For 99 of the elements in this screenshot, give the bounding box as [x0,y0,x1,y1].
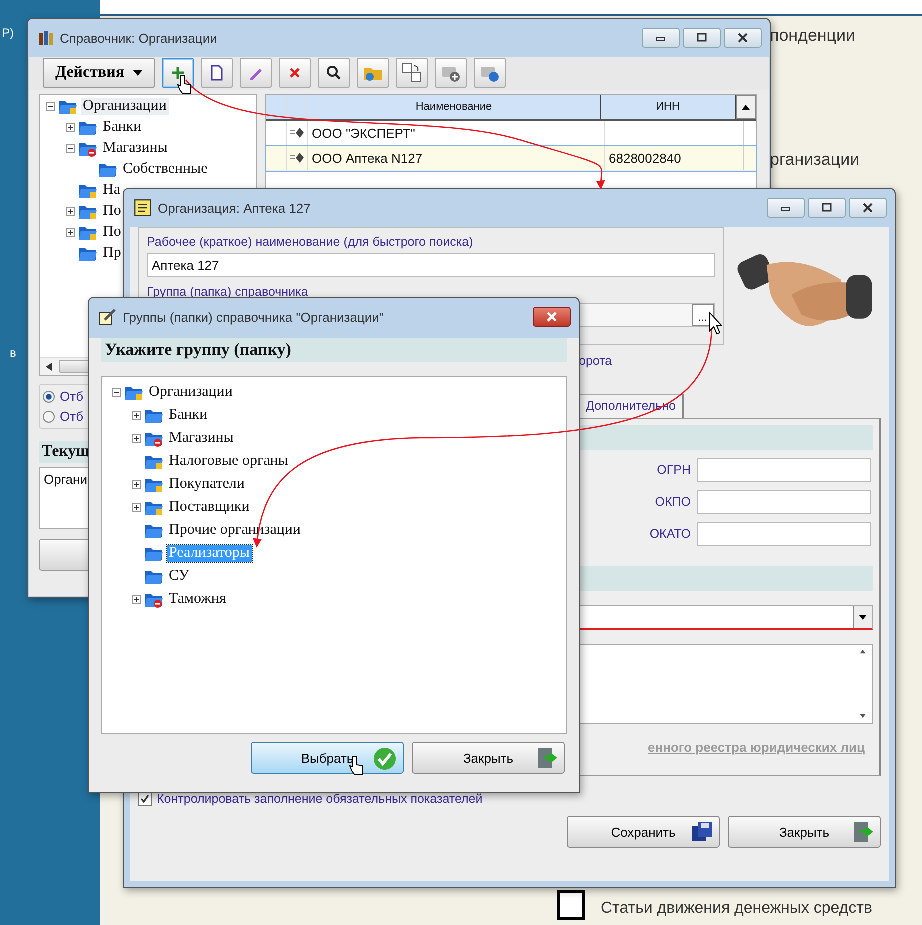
tree-item[interactable]: Организации [147,384,235,401]
expander-icon[interactable] [132,411,141,420]
radio-button[interactable] [43,410,55,422]
expander-icon[interactable] [66,207,75,216]
expander-icon[interactable] [66,123,75,132]
tree-item[interactable]: Организации [81,98,169,115]
copy-button[interactable] [201,58,233,88]
folder-button[interactable] [357,58,389,88]
table-cell: ООО Аптека N127 [308,146,605,170]
input-field[interactable] [697,522,871,546]
input-field[interactable] [697,490,871,514]
search-icon [326,65,342,81]
checkbox-label: Контролировать заполнение обязательных показателей [157,792,483,806]
background-text: в [10,346,16,360]
table-row[interactable]: ООО Аптека N127 6828002840 [266,146,756,171]
close-button[interactable] [849,198,887,218]
delete-button[interactable] [279,58,311,88]
edit-button[interactable] [240,58,272,88]
field-label: ОКПО [655,495,691,509]
close-icon [737,33,749,43]
radio-label: Отб [60,389,84,404]
expander-icon[interactable] [132,503,141,512]
maximize-icon [821,203,833,213]
expander-icon[interactable] [112,388,121,397]
floppy-disks-icon [691,821,713,843]
table-cell: 6828002840 [609,150,682,166]
expander-icon[interactable] [66,228,75,237]
name-input-field[interactable]: Аптека 127 [147,253,715,277]
background-link[interactable]: понденции [770,26,856,46]
maximize-button[interactable] [683,28,721,48]
dialog-heading: Укажите группу (папку) [101,338,567,362]
expander-icon[interactable] [132,480,141,489]
save-button[interactable]: Сохранить [567,816,720,848]
minimize-button[interactable] [642,28,680,48]
up-arrow-icon [742,104,750,110]
checkbox-label: Статьи движения денежных средств [601,900,872,918]
expander-icon[interactable] [132,434,141,443]
document-icon [209,65,225,81]
field-label: ОКАТО [650,527,691,541]
field-label: ОГРН [657,463,691,477]
radio-label: Отб [60,409,84,424]
caret-icon [132,70,142,76]
search-button[interactable] [318,58,350,88]
window-title: Организация: Аптека 127 [158,200,311,216]
input-field[interactable] [697,458,871,482]
column-header[interactable]: Наименование [308,95,601,119]
tree-item[interactable]: Банки [101,119,144,136]
maximize-button[interactable] [808,198,846,218]
scroll-arrows-icon [859,649,867,719]
field-label: орота [579,354,612,368]
tree-item[interactable]: По [101,203,124,220]
expander-icon[interactable] [132,595,141,604]
select-button[interactable]: Выбрать [251,742,404,774]
tree-item[interactable]: Пр [101,245,124,262]
expander-icon[interactable] [66,144,75,153]
plus-icon [170,65,186,81]
record-icon [289,127,305,139]
books-icon [38,30,54,46]
checkbox[interactable] [138,792,152,806]
left-arrow-icon [46,362,52,370]
actions-menu-button[interactable]: Действия [43,58,155,88]
browse-button[interactable]: ... [692,304,714,326]
tree-item[interactable]: Поставщики [167,499,252,516]
tree-item[interactable]: Таможня [167,591,228,608]
swap-button[interactable] [396,58,428,88]
notes-pencil-icon [99,308,117,326]
field-label: Группа (папка) справочника [147,285,310,299]
close-button[interactable]: Закрыть [412,742,565,774]
disk-refresh-button[interactable] [474,58,506,88]
background-text: Р) [2,26,14,40]
exit-door-icon [536,747,558,769]
dropdown-arrow-icon [859,614,867,620]
expander-icon[interactable] [46,102,55,111]
tree-item[interactable]: Магазины [101,140,170,157]
close-icon [862,203,874,213]
check-icon [373,747,397,771]
scroll-up-button[interactable] [736,95,756,119]
window-title: Группы (папки) справочника "Организации" [123,310,384,324]
close-icon [546,312,558,322]
tree-item[interactable]: Собственные [121,161,210,178]
tree-item[interactable]: Банки [167,407,210,424]
record-icon [289,152,305,164]
background-link[interactable]: рганизации [770,150,860,170]
maximize-icon [696,33,708,43]
close-button[interactable] [533,307,571,327]
checkbox[interactable] [557,890,585,920]
field-label: Рабочее (краткое) наименование (для быстрого поиска) [147,235,474,249]
tree-item[interactable]: Покупатели [167,476,247,493]
tree-item[interactable]: По [101,224,124,241]
tree-item[interactable]: На [101,182,122,199]
close-button[interactable] [724,28,762,48]
exit-door-icon [852,821,874,843]
notepad-icon [134,199,152,217]
minimize-button[interactable] [767,198,805,218]
window-title: Справочник: Организации [60,30,218,46]
radio-button[interactable] [43,390,55,402]
tree-item[interactable]: СУ [167,568,192,585]
disk-add-button[interactable] [435,58,467,88]
close-button[interactable]: Закрыть [728,816,881,848]
